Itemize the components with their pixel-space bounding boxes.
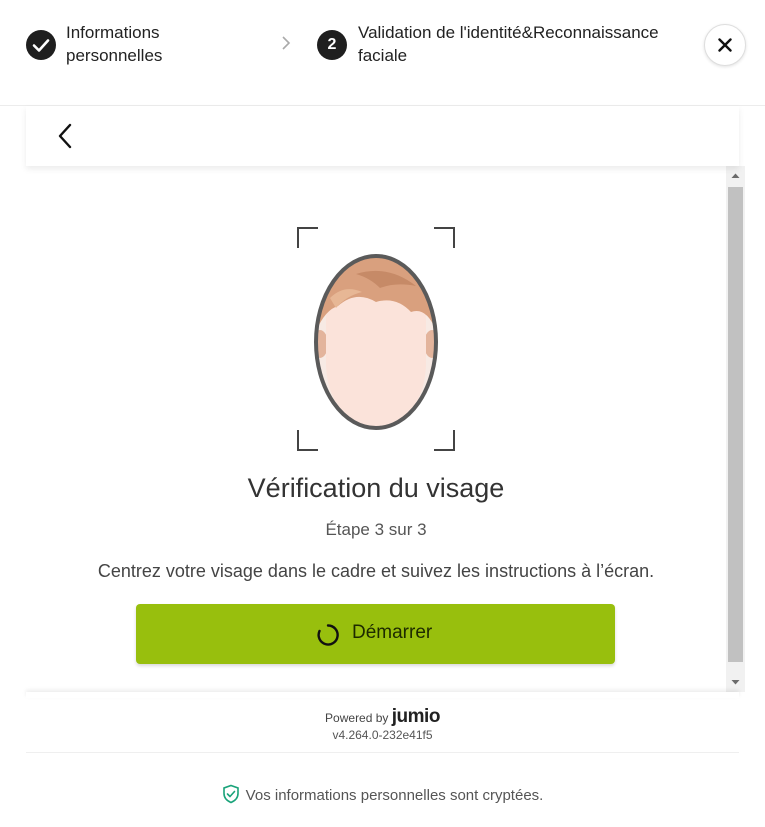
version-label: v4.264.0-232e41f5 (332, 728, 433, 742)
back-button[interactable] (54, 122, 78, 150)
powered-by: Powered by jumio (0, 706, 765, 728)
step2-label-line1: Validation de l'identité&Reconnaissance (358, 23, 659, 42)
spinner-icon (317, 624, 339, 646)
step1-completed-badge (26, 30, 56, 60)
divider (26, 752, 739, 753)
progress-header: Informations personnelles 2 Validation d… (0, 0, 765, 106)
toolbar (26, 106, 739, 166)
encryption-notice: Vos informations personnelles sont crypt… (0, 784, 765, 804)
close-button[interactable] (704, 24, 746, 66)
face-placeholder-illustration (297, 227, 455, 451)
instructions-text: Centrez votre visage dans le cadre et su… (97, 561, 655, 581)
step-counter: Étape 3 sur 3 (325, 520, 427, 539)
scroll-down-arrow[interactable] (726, 672, 745, 692)
powered-by-label: Powered by (325, 711, 389, 725)
jumio-logo: jumio (391, 706, 441, 727)
encryption-notice-text: Vos informations personnelles sont crypt… (245, 787, 544, 804)
chevron-left-icon (58, 123, 72, 149)
scroll-up-arrow[interactable] (726, 166, 745, 186)
scrollbar[interactable] (726, 166, 745, 692)
scrollbar-thumb[interactable] (728, 187, 743, 662)
step1-label-line1: Informations (66, 23, 160, 42)
step1-label: Informations personnelles (66, 21, 246, 67)
start-button-label: Démarrer (352, 622, 433, 643)
step2-label-line2: faciale (358, 46, 408, 65)
face-verification-panel: Vérification du visage Étape 3 sur 3 Cen… (26, 166, 726, 692)
checkmark-icon (32, 39, 50, 52)
triangle-down-icon (731, 680, 740, 685)
step1-label-line2: personnelles (66, 46, 163, 65)
shield-check-icon (222, 784, 239, 804)
triangle-up-icon (731, 173, 740, 178)
step2-number-badge: 2 (317, 30, 347, 60)
page-title: Vérification du visage (247, 473, 505, 503)
footer-divider-shadow (26, 692, 739, 698)
close-icon (718, 38, 732, 52)
step2-label: Validation de l'identité&Reconnaissance … (358, 21, 688, 67)
chevron-right-icon (282, 36, 291, 50)
start-button[interactable]: Démarrer (136, 604, 615, 664)
